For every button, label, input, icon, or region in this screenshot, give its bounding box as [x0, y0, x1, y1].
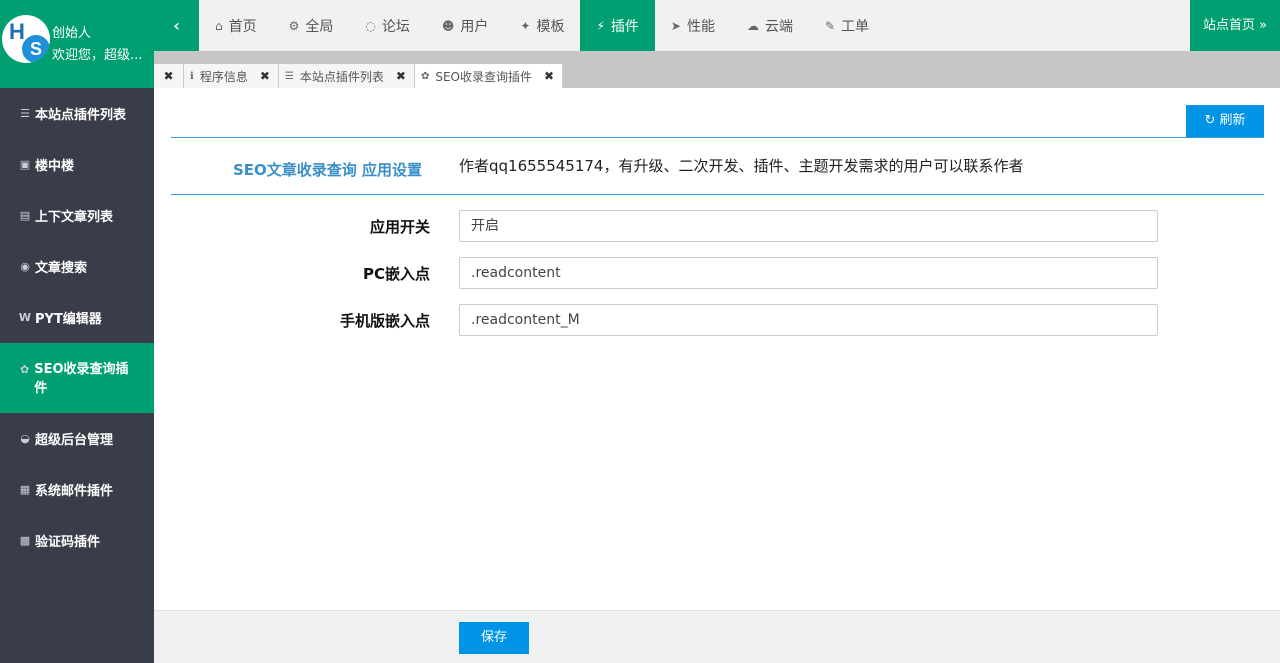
menu-item-templates[interactable]: ✦ 模板: [504, 0, 580, 51]
tab-program-info[interactable]: ℹ 程序信息 ✖: [184, 64, 279, 88]
save-button[interactable]: 保存: [459, 622, 529, 654]
field-label-mobile-embed: 手机版嵌入点: [339, 312, 430, 330]
close-all-tabs-button[interactable]: ✖: [154, 64, 184, 88]
paw-icon: ✿: [20, 363, 30, 376]
list-icon: ☰: [284, 70, 294, 82]
info-icon: ℹ: [190, 70, 194, 82]
app-switch-field[interactable]: 开启: [459, 210, 1158, 242]
captcha-icon: ▩: [19, 533, 31, 547]
refresh-icon: ↻: [1204, 113, 1216, 128]
list-icon: ☰: [20, 106, 30, 120]
menu-item-users[interactable]: ☻ 用户: [426, 0, 505, 51]
footer-bar: 保存: [154, 610, 1280, 663]
sidebar-item-pyt-editor[interactable]: W PYT编辑器: [0, 292, 154, 343]
sidebar-item-article-search[interactable]: ◉ 文章搜索: [0, 241, 154, 292]
section-note: 作者qq1655545174，有升级、二次开发、插件、主题开发需求的用户可以联系…: [459, 157, 1024, 175]
field-label-pc-embed: PC嵌入点: [362, 265, 430, 283]
sidebar-item-captcha[interactable]: ▩ 验证码插件: [0, 515, 154, 566]
divider: [171, 137, 1264, 138]
close-icon[interactable]: ✖: [544, 69, 554, 83]
comments-icon: ◌: [365, 18, 376, 33]
menu-item-tickets[interactable]: ✎ 工单: [809, 0, 885, 51]
menu-item-home[interactable]: ⌂ 首页: [199, 0, 273, 51]
top-navbar: ‹ ⌂ 首页 ⚙ 全局 ◌ 论坛 ☻ 用户 ✦ 模板 ⚡ 插件 ➤ 性能 ☁ 云端 ✎ 工单 站点…: [154, 0, 1280, 51]
menu-item-cloud[interactable]: ☁ 云端: [731, 0, 809, 51]
search-icon: ◉: [20, 259, 30, 273]
sidebar-item-super-admin[interactable]: ◒ 超级后台管理: [0, 413, 154, 464]
mobile-embed-field[interactable]: .readcontent_M: [459, 304, 1158, 336]
menu-item-performance[interactable]: ➤ 性能: [655, 0, 731, 51]
menu-item-forum[interactable]: ◌ 论坛: [349, 0, 425, 51]
close-icon: ✖: [163, 69, 174, 83]
cloud-icon: ☁: [746, 18, 759, 33]
user-welcome[interactable]: 欢迎您，超级...: [52, 44, 142, 63]
mail-icon: ▦: [19, 482, 31, 496]
image-icon: ▣: [19, 157, 31, 171]
field-label-app-switch: 应用开关: [369, 218, 430, 236]
paw-icon: ✿: [420, 70, 430, 82]
chevron-left-icon: ‹: [173, 16, 180, 35]
sidebar-item-nested-floor[interactable]: ▣ 楼中楼: [0, 139, 154, 190]
close-icon[interactable]: ✖: [396, 69, 406, 83]
sidebar-item-prev-next-list[interactable]: ▤ 上下文章列表: [0, 190, 154, 241]
word-icon: W: [18, 310, 32, 324]
home-icon: ⌂: [215, 18, 223, 33]
site-logo: H S: [2, 15, 50, 63]
tab-seo-plugin[interactable]: ✿ SEO收录查询插件 ✖: [414, 64, 564, 88]
close-icon[interactable]: ✖: [260, 69, 270, 83]
paper-plane-icon: ➤: [670, 18, 681, 33]
brand-panel: H S 创始人 欢迎您，超级...: [0, 0, 154, 88]
gears-icon: ⚙: [288, 18, 300, 33]
sidebar-item-seo-plugin[interactable]: ✿ SEO收录查询插件: [0, 343, 154, 413]
plug-icon: ⚡: [596, 18, 605, 33]
main-content: ↻ 刷新 SEO文章收录查询 应用设置 作者qq1655545174，有升级、二…: [154, 88, 1280, 610]
menu-item-global[interactable]: ⚙ 全局: [273, 0, 350, 51]
book-icon: ▤: [19, 208, 31, 222]
sidebar-item-system-mail[interactable]: ▦ 系统邮件插件: [0, 464, 154, 515]
menu-item-plugins[interactable]: ⚡ 插件: [580, 0, 655, 51]
site-home-link[interactable]: 站点首页 »: [1190, 0, 1280, 51]
wrench-icon: ✎: [824, 18, 836, 33]
main-menu: ⌂ 首页 ⚙ 全局 ◌ 论坛 ☻ 用户 ✦ 模板 ⚡ 插件 ➤ 性能 ☁ 云端 ✎ 工单: [199, 0, 885, 51]
divider: [171, 194, 1264, 195]
tab-bar: ✖ ℹ 程序信息 ✖ ☰ 本站点插件列表 ✖ ✿ SEO收录查询插件 ✖: [154, 51, 1280, 88]
admin-icon: ◒: [20, 431, 30, 445]
puzzle-icon: ✦: [520, 18, 531, 33]
sidebar: ☰ 本站点插件列表 ▣ 楼中楼 ▤ 上下文章列表 ◉ 文章搜索 W PYT编辑器 ✿ SEO…: [0, 88, 154, 663]
pc-embed-field[interactable]: .readcontent: [459, 257, 1158, 289]
sidebar-toggle-button[interactable]: ‹: [154, 0, 199, 51]
users-icon: ☻: [441, 18, 455, 33]
tab-plugin-list[interactable]: ☰ 本站点插件列表 ✖: [278, 64, 415, 88]
sidebar-item-plugin-list[interactable]: ☰ 本站点插件列表: [0, 88, 154, 139]
section-title: SEO文章收录查询 应用设置: [233, 161, 423, 179]
refresh-button[interactable]: ↻ 刷新: [1186, 105, 1264, 137]
user-name: 创始人: [52, 26, 92, 41]
